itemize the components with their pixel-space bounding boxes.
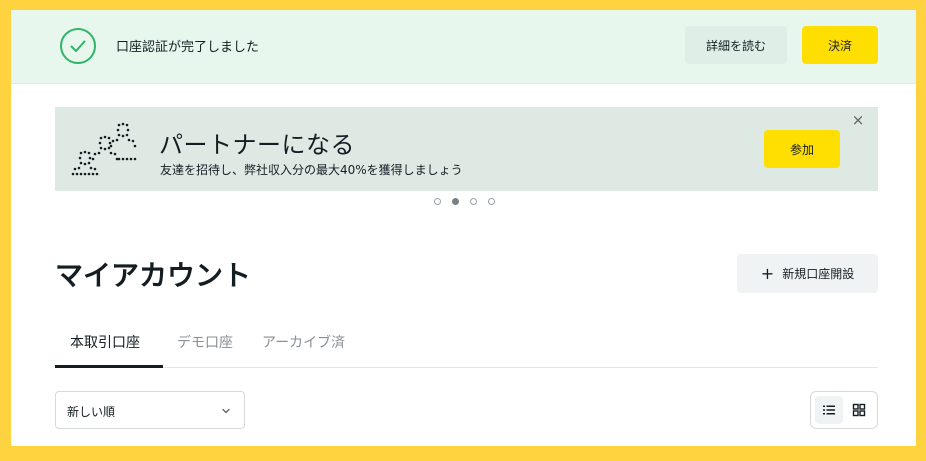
carousel-dot-1[interactable] [434,198,441,205]
notice-message: 口座認証が完了しました [116,40,260,55]
tab-demo-accounts[interactable]: デモ口座 [177,332,233,368]
sort-selected-value: 新しい順 [67,405,116,419]
partner-banner: パートナーになる 友達を招待し、弊社収入分の最大40%を獲得しましょう 参加 × [55,107,878,191]
page-title: マイアカウント [55,259,252,292]
plus-icon: + [760,263,775,283]
banner-subtitle: 友達を招待し、弊社収入分の最大40%を獲得しましょう [160,163,463,177]
carousel-dot-4[interactable] [488,198,495,205]
pay-button[interactable]: 決済 [802,26,878,64]
app-frame: 口座認証が完了しました 詳細を読む 決済 パートナーになる 友達を招待し、弊社収… [11,10,916,446]
open-new-account-label: 新規口座開設 [782,267,855,281]
read-details-button[interactable]: 詳細を読む [685,26,787,64]
grid-view-button[interactable] [845,396,873,424]
open-new-account-button[interactable]: + 新規口座開設 [737,254,878,293]
sort-select[interactable]: 新しい順 [55,391,245,429]
active-tab-indicator [55,365,163,368]
account-tabs: 本取引口座 デモ口座 アーカイブ済 [55,326,878,368]
view-toggle [810,391,878,429]
list-icon [823,405,835,415]
join-button[interactable]: 参加 [764,130,840,168]
verification-notice: 口座認証が完了しました 詳細を読む 決済 [11,10,916,84]
tab-real-accounts[interactable]: 本取引口座 [70,332,140,368]
tab-archived[interactable]: アーカイブ済 [262,332,345,368]
chevron-down-icon [222,408,230,414]
check-circle-icon [60,28,96,64]
partner-people-illustration [71,122,137,176]
banner-title: パートナーになる [159,131,355,159]
list-view-button[interactable] [815,396,843,424]
carousel-dot-3[interactable] [470,198,477,205]
carousel-dot-2[interactable] [452,198,459,205]
carousel-dots [434,198,495,205]
grid-icon [852,403,866,417]
close-icon[interactable]: × [850,112,866,128]
